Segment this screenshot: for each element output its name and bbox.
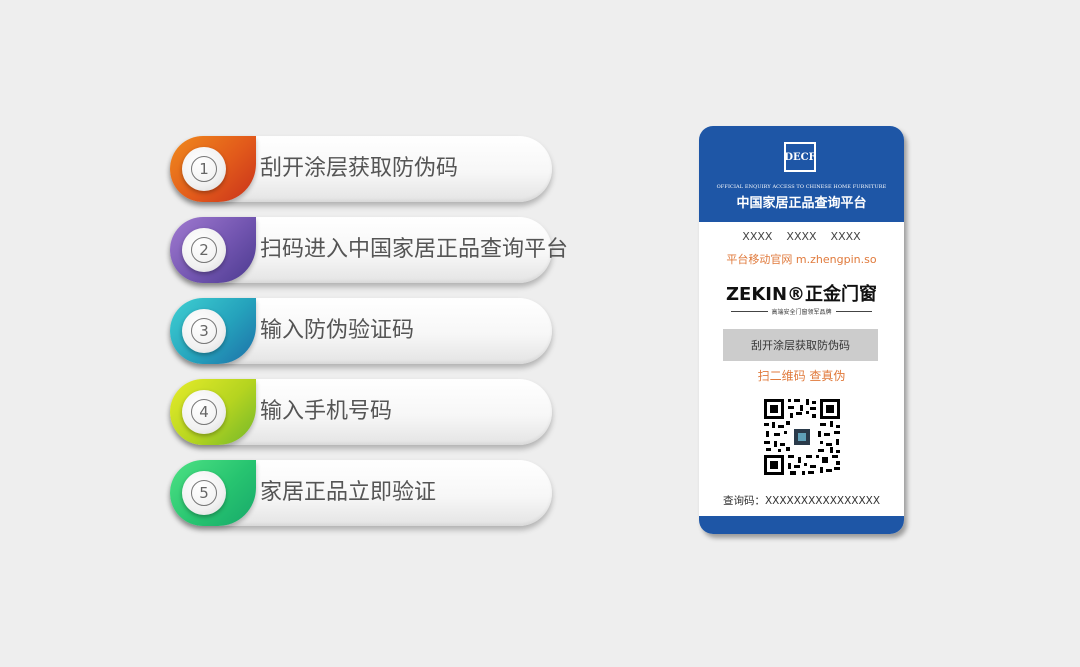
brand-tagline: 高端安全门窗领军品牌: [771, 308, 832, 316]
step-tab: 1: [170, 136, 256, 202]
step-tab: 3: [170, 298, 256, 364]
step-number-badge: 3: [182, 309, 226, 353]
step-number: 2: [191, 237, 217, 263]
platform-logo: DECF: [784, 142, 816, 172]
card-header: DECF OFFICIAL ENQUIRY ACCESS TO CHINESE …: [699, 126, 904, 222]
step-number-badge: 5: [182, 471, 226, 515]
step-2: 2 扫码进入中国家居正品查询平台: [170, 217, 568, 283]
step-label: 输入手机号码: [260, 399, 393, 424]
step-number-badge: 4: [182, 390, 226, 434]
step-number: 4: [191, 399, 217, 425]
scan-instruction: 扫二维码 查真伪: [757, 369, 846, 383]
scratch-area[interactable]: 刮开涂层获取防伪码: [723, 329, 878, 361]
step-tab: 2: [170, 217, 256, 283]
brand-logo: ZEKIN®正金门窗: [725, 284, 878, 305]
step-label: 输入防伪验证码: [260, 318, 415, 343]
qr-code-icon[interactable]: [762, 397, 842, 477]
header-chinese-title: 中国家居正品查询平台: [736, 196, 867, 211]
card-footer: [699, 516, 904, 534]
mobile-site-link[interactable]: 平台移动官网 m.zhengpin.so: [699, 251, 904, 267]
header-english-title: OFFICIAL ENQUIRY ACCESS TO CHINESE HOME …: [716, 184, 887, 190]
step-tab: 5: [170, 460, 256, 526]
step-number: 1: [191, 156, 217, 182]
step-number: 5: [191, 480, 217, 506]
step-label: 家居正品立即验证: [260, 480, 437, 505]
step-number-badge: 2: [182, 228, 226, 272]
step-label: 扫码进入中国家居正品查询平台: [260, 237, 569, 262]
step-4: 4 输入手机号码: [170, 379, 554, 445]
step-1: 1 刮开涂层获取防伪码: [170, 136, 554, 202]
step-3: 3 输入防伪验证码: [170, 298, 554, 364]
step-number-badge: 1: [182, 147, 226, 191]
divider: [835, 310, 873, 312]
divider: [731, 310, 768, 312]
step-label: 刮开涂层获取防伪码: [260, 156, 459, 181]
step-tab: 4: [170, 379, 256, 445]
anti-counterfeit-card: DECF OFFICIAL ENQUIRY ACCESS TO CHINESE …: [699, 126, 904, 534]
platform-logo-text: DECF: [784, 151, 816, 163]
code-placeholder: XXXX XXXX XXXX: [742, 230, 861, 243]
step-number: 3: [191, 318, 217, 344]
step-5: 5 家居正品立即验证: [170, 460, 554, 526]
brand-tagline-row: 高端安全门窗领军品牌: [731, 306, 873, 316]
query-code: 查询码：XXXXXXXXXXXXXXXX: [722, 495, 881, 507]
